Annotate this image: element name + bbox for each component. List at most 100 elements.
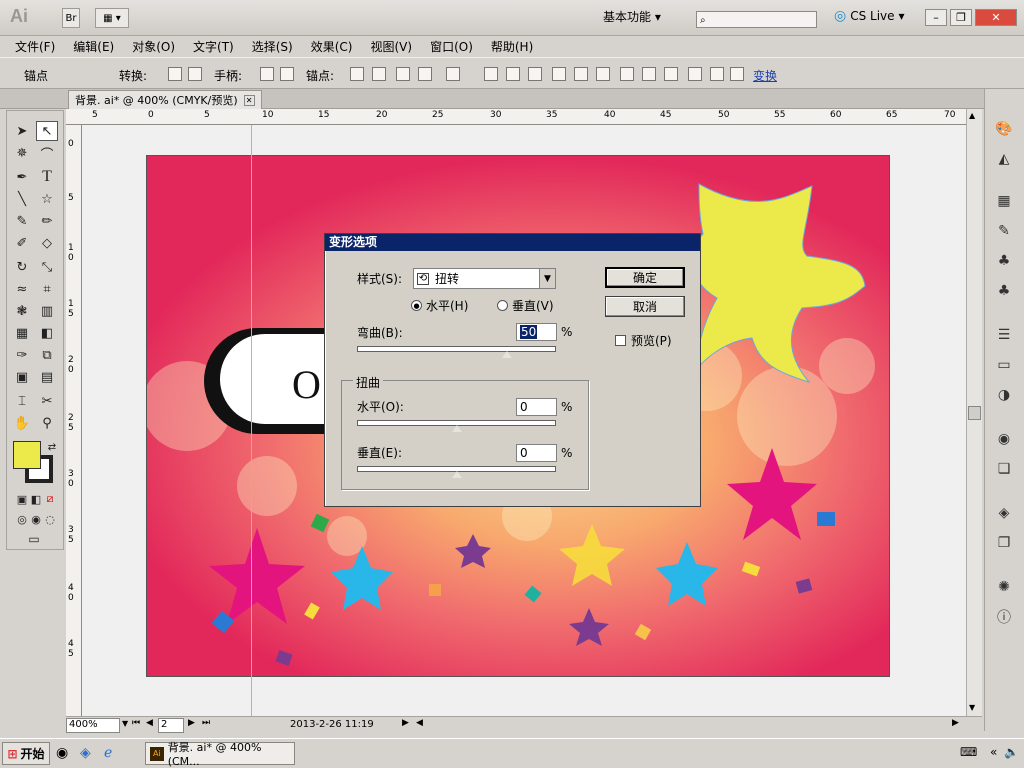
artboards-icon[interactable]: ❐ xyxy=(993,533,1015,553)
vertical-scrollbar[interactable]: ▲ ▼ xyxy=(966,109,982,716)
taskbar-illustrator-item[interactable]: Ai 背景. ai* @ 400% (CM... xyxy=(145,741,295,768)
lasso-icon[interactable]: ⌒ xyxy=(36,143,58,163)
arrange-documents-button[interactable]: ▦ ▾ xyxy=(95,8,129,28)
scroll-right-icon[interactable]: ▶ xyxy=(952,718,959,728)
bend-slider-thumb[interactable] xyxy=(502,351,512,358)
convert-smooth-icon[interactable] xyxy=(188,67,202,81)
zoom-tool-icon[interactable]: ⚲ xyxy=(36,413,58,433)
menu-view[interactable]: 视图(V) xyxy=(361,38,421,55)
prev-artboard-icon[interactable]: ◀ xyxy=(146,718,153,728)
minimize-button[interactable]: – xyxy=(925,9,947,26)
bend-slider[interactable] xyxy=(357,346,556,352)
menu-file[interactable]: 文件(F) xyxy=(6,38,64,55)
menu-type[interactable]: 文字(T) xyxy=(184,38,243,55)
swatches-icon[interactable]: ▦ xyxy=(993,191,1015,211)
distort-h-input[interactable]: 0 xyxy=(516,398,557,416)
transparency-icon[interactable]: ◑ xyxy=(993,385,1015,405)
direct-selection-tool-icon[interactable]: ↖ xyxy=(36,121,58,141)
chevron-down-icon[interactable]: ▼ xyxy=(539,269,555,288)
remove-anchor-icon[interactable] xyxy=(350,67,364,81)
start-button[interactable]: ⊞ 开始 xyxy=(2,742,50,765)
tray-network-icon[interactable]: « xyxy=(990,745,997,759)
scroll-left-icon[interactable]: ◀ xyxy=(416,718,423,728)
isolate-icon[interactable] xyxy=(418,67,432,81)
scroll-thumb[interactable] xyxy=(968,406,981,420)
selection-tool-icon[interactable]: ➤ xyxy=(11,121,33,141)
vertical-ruler[interactable]: 0 5 1 0 1 5 2 0 2 5 3 0 3 5 4 0 4 5 xyxy=(66,125,82,716)
tray-keyboard-icon[interactable]: ⌨ xyxy=(960,745,977,759)
align-bottom-icon[interactable] xyxy=(596,67,610,81)
last-artboard-icon[interactable]: ⏭ xyxy=(202,718,210,728)
type-tool-icon[interactable]: T xyxy=(36,167,58,187)
next-artboard-icon[interactable]: ▶ xyxy=(188,718,195,728)
swap-fill-stroke-icon[interactable]: ⇄ xyxy=(41,437,63,457)
hand-tool-icon[interactable]: ✋ xyxy=(11,413,33,433)
color-guide-icon[interactable]: ◭ xyxy=(993,149,1015,169)
align-center-icon[interactable] xyxy=(506,67,520,81)
blob-brush-icon[interactable]: ✐ xyxy=(11,233,33,253)
symbol-sprayer-icon[interactable]: ❃ xyxy=(11,301,33,321)
slice-tool-icon[interactable]: ✂ xyxy=(36,391,58,411)
brush-tool-icon[interactable]: ✎ xyxy=(11,211,33,231)
zoom-select[interactable]: 400% xyxy=(66,718,120,733)
horizontal-ruler[interactable]: 5 0 5 10 15 20 25 30 35 40 45 50 55 60 6… xyxy=(66,109,966,125)
preview-checkbox[interactable]: 预览(P) xyxy=(615,332,672,349)
none-mode-icon[interactable]: ⧄ xyxy=(39,489,61,509)
menu-help[interactable]: 帮助(H) xyxy=(482,38,542,55)
chrome-icon[interactable]: ◉ xyxy=(56,745,68,761)
distribute-hcenter-icon[interactable] xyxy=(710,67,724,81)
draw-inside-icon[interactable]: ◌ xyxy=(39,509,61,529)
convert-corner-icon[interactable] xyxy=(168,67,182,81)
distribute-left-icon[interactable] xyxy=(688,67,702,81)
screen-mode-icon[interactable]: ▭ xyxy=(23,529,45,549)
quicklaunch-icon[interactable]: ◈ xyxy=(80,745,91,761)
fill-color-swatch[interactable] xyxy=(13,441,41,469)
scroll-up-icon[interactable]: ▲ xyxy=(969,111,975,120)
transform-link[interactable]: 变换 xyxy=(753,67,777,84)
star-tool-icon[interactable]: ☆ xyxy=(36,189,58,209)
distort-v-slider-thumb[interactable] xyxy=(452,471,462,478)
cancel-button[interactable]: 取消 xyxy=(605,296,685,317)
distribute-bottom-icon[interactable] xyxy=(664,67,678,81)
close-button[interactable]: ✕ xyxy=(975,9,1017,26)
guide-line[interactable] xyxy=(251,125,252,716)
pen-tool-icon[interactable]: ✒ xyxy=(11,167,33,187)
align-top-icon[interactable] xyxy=(552,67,566,81)
symbols-icon[interactable]: ♣ xyxy=(993,251,1015,271)
brushes-icon[interactable]: ✎ xyxy=(993,221,1015,241)
scale-tool-icon[interactable]: ⤡ xyxy=(36,257,58,277)
graph-tool-icon[interactable]: ▤ xyxy=(36,367,58,387)
menu-window[interactable]: 窗口(O) xyxy=(421,38,482,55)
column-graph-icon[interactable]: ▥ xyxy=(36,301,58,321)
status-menu-icon[interactable]: ▶ xyxy=(402,718,409,728)
distort-h-slider-thumb[interactable] xyxy=(452,425,462,432)
tray-volume-icon[interactable]: 🔈 xyxy=(1004,745,1019,759)
navigator-icon[interactable]: ✺ xyxy=(993,577,1015,597)
first-artboard-icon[interactable]: ⏮ xyxy=(132,718,140,728)
menu-effect[interactable]: 效果(C) xyxy=(302,38,362,55)
info-icon[interactable]: ⓘ xyxy=(993,607,1015,627)
artboard-number-input[interactable]: 2 xyxy=(158,718,184,733)
layers-icon[interactable]: ◈ xyxy=(993,503,1015,523)
menu-edit[interactable]: 编辑(E) xyxy=(64,38,123,55)
gradient-icon[interactable]: ▭ xyxy=(993,355,1015,375)
magic-wand-icon[interactable]: ✵ xyxy=(11,143,33,163)
warp-tool-icon[interactable]: ≈ xyxy=(11,279,33,299)
close-tab-icon[interactable]: ✕ xyxy=(243,94,255,106)
gradient-tool-icon[interactable]: ◧ xyxy=(36,323,58,343)
distort-v-input[interactable]: 0 xyxy=(516,444,557,462)
cs-live-menu[interactable]: ◎ CS Live ▾ xyxy=(834,8,905,24)
eyedropper-icon[interactable]: ✑ xyxy=(11,345,33,365)
align-right-icon[interactable] xyxy=(528,67,542,81)
rotate-tool-icon[interactable]: ↻ xyxy=(11,257,33,277)
align-middle-icon[interactable] xyxy=(574,67,588,81)
bridge-button[interactable]: Br xyxy=(62,8,80,28)
symbol-tool-icon[interactable]: ▣ xyxy=(11,367,33,387)
scroll-down-icon[interactable]: ▼ xyxy=(969,703,975,712)
graphic-style-icon[interactable]: ❏ xyxy=(993,459,1015,479)
search-input[interactable]: ⌕ xyxy=(696,11,817,28)
ok-button[interactable]: 确定 xyxy=(605,267,685,288)
workspace-switcher[interactable]: 基本功能 ▾ xyxy=(603,8,661,25)
menu-select[interactable]: 选择(S) xyxy=(243,38,302,55)
artboard-tool-icon[interactable]: ⌶ xyxy=(11,391,33,411)
